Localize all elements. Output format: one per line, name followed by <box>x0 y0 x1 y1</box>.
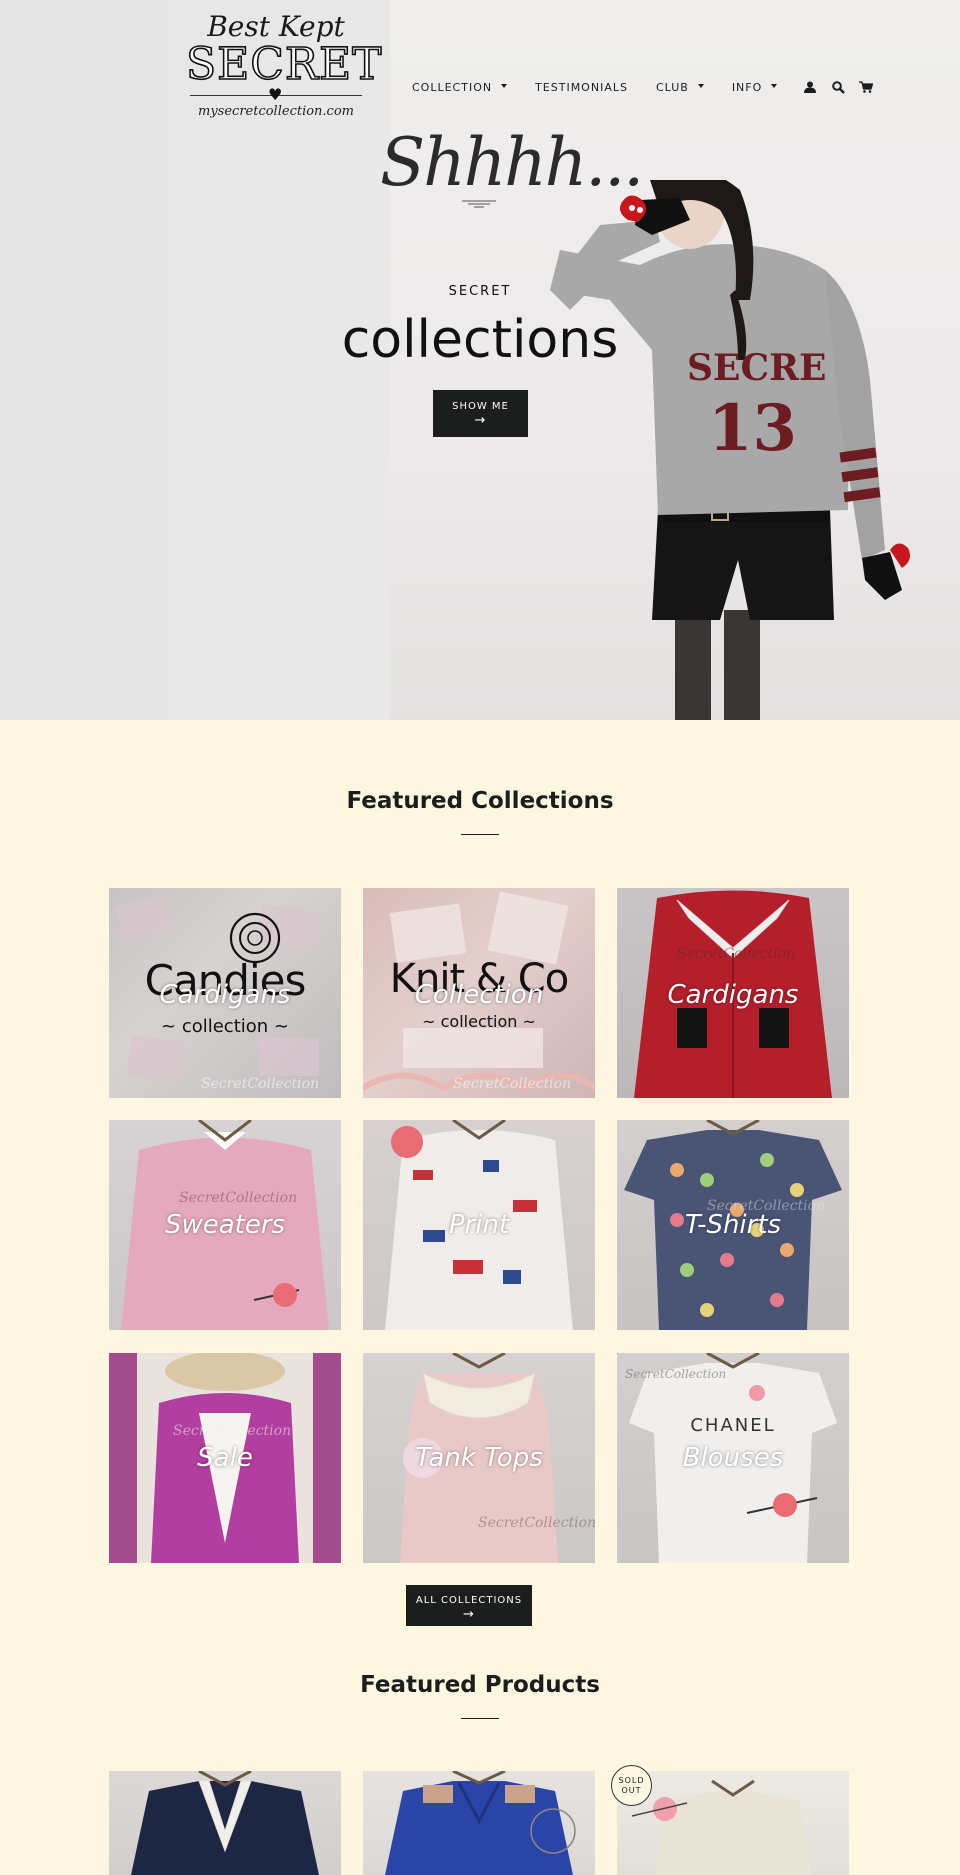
caret-down-icon <box>771 84 778 88</box>
collection-art-subtext: ~ collection ~ <box>161 1016 289 1037</box>
watermark-text: SecretCollection <box>707 1198 826 1214</box>
product-image <box>131 1771 319 1875</box>
product-card-2[interactable] <box>363 1771 595 1875</box>
collection-tile-label: Collection <box>414 980 544 1010</box>
sold-out-line-1: SOLD <box>618 1776 645 1785</box>
collection-tile-label: Sweaters <box>164 1210 286 1240</box>
logo-divider: ♥ <box>186 85 366 104</box>
nav-item-collection[interactable]: COLLECTION <box>412 80 508 94</box>
nav-item-label: INFO <box>731 80 763 94</box>
main-nav: COLLECTION TESTIMONIALS CLUB INFO <box>412 78 885 96</box>
hero-banner: SECRE 13 Best Kept SECRET ♥ mysecretcoll… <box>0 0 960 720</box>
all-collections-button[interactable]: ALL COLLECTIONS → <box>406 1585 532 1626</box>
watermark-text: SecretCollection <box>677 946 796 962</box>
watermark-text: SecretCollection <box>173 1423 292 1439</box>
collection-tile-label: Cardigans <box>159 980 291 1010</box>
nav-item-club[interactable]: CLUB <box>656 81 704 94</box>
hero-script-text: Shhhh... <box>380 124 644 201</box>
hero-kicker: SECRET <box>448 284 512 299</box>
collection-tile-print[interactable]: Print <box>363 1120 595 1330</box>
nav-item-info[interactable]: INFO <box>731 80 778 94</box>
collection-tile-sale[interactable]: Sale SecretCollection <box>109 1353 341 1563</box>
section-divider <box>461 1718 499 1719</box>
collection-tile-cardigans[interactable]: Cardigans SecretCollection <box>617 888 849 1098</box>
sold-out-line-2: OUT <box>621 1786 642 1795</box>
arrow-right-icon: → <box>463 1607 475 1622</box>
watermark-text: SecretCollection <box>179 1190 298 1206</box>
collection-tile-label: Print <box>448 1210 510 1240</box>
collection-tile-label: Tank Tops <box>415 1443 543 1473</box>
nav-icons <box>801 78 885 96</box>
collection-tile-label: Blouses <box>682 1443 784 1473</box>
collection-tile-knit-co[interactable]: Knit & Co ~ collection ~ Collection Secr… <box>363 888 595 1098</box>
nav-item-label: CLUB <box>655 80 689 94</box>
watermark-text: SecretCollection <box>201 1076 320 1092</box>
heart-icon: ♥ <box>268 85 283 104</box>
featured-products-title: Featured Products <box>360 1672 600 1698</box>
search-icon[interactable] <box>829 78 847 96</box>
account-icon[interactable] <box>801 78 819 96</box>
watermark-text: SecretCollection <box>453 1076 572 1092</box>
arrow-right-icon: → <box>474 413 487 428</box>
collection-tile-tank-tops[interactable]: Tank Tops SecretCollection <box>363 1353 595 1563</box>
all-collections-button-label: ALL COLLECTIONS <box>415 1595 523 1606</box>
sweater-text: SECRE <box>687 347 826 389</box>
watermark-text: SecretCollection <box>478 1515 595 1531</box>
cart-icon[interactable] <box>857 78 875 96</box>
ornament-icon <box>462 200 496 208</box>
nav-item-label: COLLECTION <box>412 80 493 94</box>
product-card-1[interactable] <box>109 1771 341 1875</box>
collection-tile-blouses[interactable]: CHANEL Blouses SecretCollection <box>617 1353 849 1563</box>
nav-item-label: TESTIMONIALS <box>535 80 628 94</box>
logo-line-secret: SECRET <box>185 38 383 91</box>
featured-collections-title: Featured Collections <box>346 788 614 814</box>
collection-tile-sweaters[interactable]: Sweaters SecretCollection <box>109 1120 341 1330</box>
hero-title: collections <box>341 310 619 370</box>
product-image <box>385 1771 576 1875</box>
logo-url: mysecretcollection.com <box>198 104 354 119</box>
sweater-number: 13 <box>708 391 797 466</box>
show-me-button[interactable]: SHOW ME → <box>433 390 528 437</box>
site-logo[interactable]: Best Kept SECRET ♥ mysecretcollection.co… <box>185 10 383 136</box>
sold-out-badge: SOLD OUT <box>611 1765 652 1806</box>
collection-tile-label: Sale <box>197 1443 253 1473</box>
section-divider <box>461 834 499 835</box>
caret-down-icon <box>501 84 508 88</box>
caret-down-icon <box>697 84 704 88</box>
hero-model-image: SECRE 13 <box>550 180 910 720</box>
nav-item-testimonials[interactable]: TESTIMONIALS <box>535 81 628 94</box>
collection-tile-label: Cardigans <box>667 980 799 1010</box>
collection-tile-label: T-Shirts <box>684 1210 782 1240</box>
collection-art-subtext: ~ collection ~ <box>422 1012 536 1031</box>
watermark-text: SecretCollection <box>625 1367 727 1381</box>
collection-tile-cardigans-candies[interactable]: Candies ~ collection ~ Cardigans SecretC… <box>109 888 341 1098</box>
collection-tile-t-shirts[interactable]: T-Shirts SecretCollection <box>617 1120 849 1330</box>
show-me-button-label: SHOW ME <box>452 401 509 412</box>
collection-art-text: CHANEL <box>690 1415 776 1436</box>
